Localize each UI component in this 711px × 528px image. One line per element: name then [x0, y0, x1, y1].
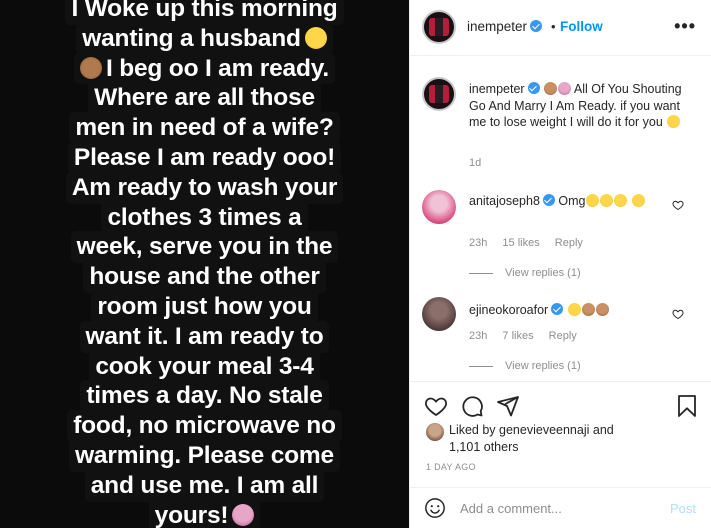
liked-by-user[interactable]: genevieveennaji — [499, 423, 589, 437]
reply-button[interactable]: Reply — [549, 330, 577, 342]
media-caption-text: I Woke up this morning wanting a husband… — [0, 0, 409, 528]
comment-time: 23h — [469, 237, 488, 249]
person-facepalming-emoji-icon — [595, 303, 609, 316]
comment-likes[interactable]: 7 likes — [502, 330, 533, 342]
post-comment-button[interactable]: Post — [670, 501, 696, 516]
comment-username[interactable]: ejineokoroafor — [469, 303, 548, 317]
post-media[interactable]: I Woke up this morning wanting a husband… — [0, 0, 409, 528]
caption-line: week, serve you in the — [71, 232, 338, 263]
see-no-evil-monkey-emoji-icon — [80, 56, 103, 79]
caption-line: Am ready to wash your — [66, 172, 343, 203]
caption-line: times a day. No stale — [81, 381, 328, 412]
likes-summary: Liked by genevieveennaji and 1,101 other… — [426, 421, 706, 455]
view-replies-label: View replies (1) — [505, 267, 581, 279]
liked-by-suffix: and — [589, 423, 614, 437]
comment-input[interactable] — [460, 501, 660, 516]
caption-line: Where are all those — [89, 83, 320, 114]
caption-line: wanting a husband — [77, 23, 332, 54]
verified-icon — [551, 303, 564, 315]
person-gesturing-emoji-icon — [232, 503, 255, 526]
view-replies-label: View replies (1) — [505, 360, 581, 372]
caption-line: cook your meal 3-4 — [90, 351, 319, 382]
caption-line: and use me. I am all — [85, 470, 324, 501]
caption-line: Please I am ready ooo! — [68, 142, 341, 173]
caption-line: I Woke up this morning — [66, 0, 343, 24]
liked-by-prefix: Liked by — [449, 423, 500, 437]
caption-line: want it. I am ready to — [80, 321, 329, 352]
caption-line: warming. Please come — [70, 440, 339, 471]
commenter-avatar[interactable] — [422, 297, 456, 331]
bookmark-icon[interactable] — [675, 394, 699, 418]
comment-like-heart-icon[interactable] — [672, 308, 684, 320]
author-avatar[interactable] — [422, 10, 456, 44]
caption-meta: 1d — [469, 157, 493, 169]
laughing-emoji-icon — [614, 194, 628, 207]
caption-line: clothes 3 times a — [102, 202, 307, 233]
laughing-emoji-icon — [567, 303, 581, 316]
comment-item: anitajoseph8 Omg — [469, 193, 691, 210]
comment-meta: 23h 15 likes Reply — [469, 237, 595, 249]
comment-text: Omg — [558, 194, 586, 208]
replies-divider — [469, 272, 493, 274]
replies-divider — [469, 365, 493, 367]
caption-line: yours! — [149, 500, 260, 528]
caption-line: house and the other — [84, 262, 325, 292]
caption-author-avatar[interactable] — [422, 77, 456, 111]
comment-meta: 23h 7 likes Reply — [469, 330, 589, 342]
likes-others-count[interactable]: 1,101 others — [449, 440, 519, 454]
caption-line: room just how you — [92, 291, 317, 322]
caption-line: food, no microwave no — [68, 411, 341, 441]
comment-icon[interactable] — [460, 394, 484, 418]
laughing-emoji-icon — [304, 26, 327, 49]
commenter-avatar[interactable] — [422, 190, 456, 224]
comment-username[interactable]: anitajoseph8 — [469, 194, 540, 208]
caption-line: I beg oo I am ready. — [75, 53, 334, 84]
reply-button[interactable]: Reply — [555, 237, 583, 249]
person-gesturing-emoji-icon — [558, 82, 572, 95]
person-facepalming-emoji-icon — [581, 303, 595, 316]
liked-by-avatar[interactable] — [426, 423, 444, 441]
caption-line: men in need of a wife? — [70, 113, 339, 143]
laughing-emoji-icon — [586, 194, 600, 207]
verified-icon — [530, 20, 543, 32]
woman-emoji-icon — [544, 82, 558, 95]
verified-icon — [527, 82, 540, 94]
verified-icon — [542, 194, 555, 206]
laughing-emoji-icon — [631, 194, 645, 207]
smile-icon[interactable] — [424, 497, 446, 519]
heart-icon[interactable] — [424, 394, 448, 418]
share-icon[interactable] — [496, 394, 520, 418]
header-separator: • — [551, 19, 556, 34]
caption-time: 1d — [469, 157, 482, 169]
view-replies-button[interactable]: View replies (1) — [469, 267, 581, 279]
laughing-emoji-icon — [600, 194, 614, 207]
caption-author-username[interactable]: inempeter — [469, 82, 525, 96]
more-options-icon[interactable]: ••• — [674, 16, 696, 37]
view-replies-button[interactable]: View replies (1) — [469, 360, 581, 372]
post-timestamp: 1 DAY AGO — [426, 462, 476, 472]
comment-time: 23h — [469, 330, 488, 342]
follow-button[interactable]: Follow — [560, 19, 603, 34]
ok-hand-emoji-icon — [667, 115, 681, 128]
comments-section[interactable]: inempeter All Of You Shouting Go And Mar… — [410, 57, 711, 381]
post-details-panel: inempeter • Follow ••• inempeter All Of … — [409, 0, 711, 528]
add-comment-bar: Post — [410, 487, 711, 528]
comment-likes[interactable]: 15 likes — [502, 237, 539, 249]
comment-like-heart-icon[interactable] — [672, 199, 684, 211]
author-username[interactable]: inempeter — [467, 19, 527, 34]
comment-item: ejineokoroafor — [469, 302, 691, 319]
caption-comment: inempeter All Of You Shouting Go And Mar… — [469, 81, 691, 131]
likes-text: Liked by genevieveennaji and 1,101 other… — [449, 422, 614, 455]
author-username-wrap: inempeter — [467, 19, 543, 34]
post-header: inempeter • Follow ••• — [410, 0, 711, 56]
